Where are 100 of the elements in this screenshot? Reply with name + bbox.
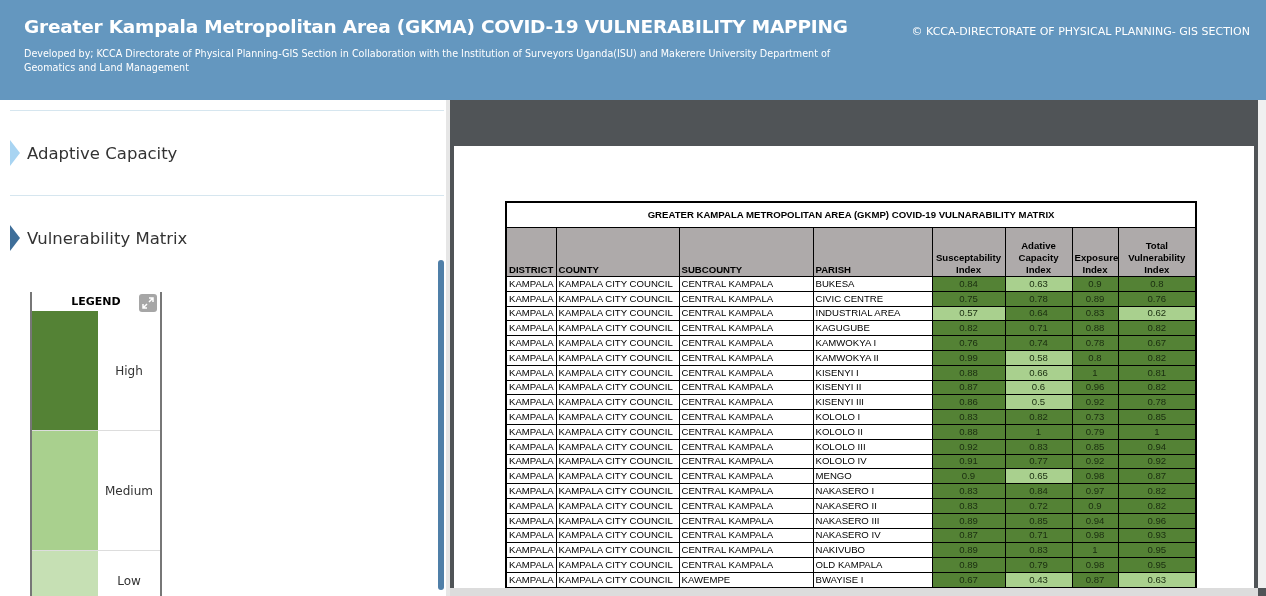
table-cell: KAMPALA CITY COUNCIL	[556, 454, 679, 469]
matrix-title: GREATER KAMPALA METROPOLITAN AREA (GKMP) COVID-19 VULNARABILITY MATRIX	[506, 202, 1197, 228]
table-cell: KAMPALA CITY COUNCIL	[556, 542, 679, 558]
table-cell: KAMPALA	[506, 483, 556, 499]
legend-label: Medium	[104, 482, 154, 500]
table-cell: KAMPALA CITY COUNCIL	[556, 365, 679, 381]
table-cell: KAMPALA	[506, 350, 556, 366]
table-cell: KAMPALA CITY COUNCIL	[556, 557, 679, 573]
column-header: Total Vulnerability Index	[1118, 227, 1197, 277]
column-header: PARISH	[813, 227, 932, 277]
table-cell: CENTRAL KAMPALA	[679, 291, 813, 307]
table-cell: CENTRAL KAMPALA	[679, 306, 813, 321]
table-cell: KAMPALA	[506, 409, 556, 425]
table-cell: CENTRAL KAMPALA	[679, 424, 813, 440]
table-cell: CIVIC CENTRE	[813, 291, 932, 307]
table-cell: KAMPALA	[506, 468, 556, 484]
table-cell: KAMPALA	[506, 306, 556, 321]
table-cell: CENTRAL KAMPALA	[679, 439, 813, 455]
table-cell: CENTRAL KAMPALA	[679, 276, 813, 292]
table-cell: KAMPALA	[506, 439, 556, 455]
table-cell: NAKASERO II	[813, 498, 932, 514]
section-header[interactable]: Adaptive Capacity	[10, 140, 178, 166]
table-cell: KAMPALA CITY COUNCIL	[556, 528, 679, 543]
expand-icon[interactable]	[139, 294, 157, 312]
table-cell: KAMPALA	[506, 498, 556, 514]
table-cell: NAKASERO III	[813, 513, 932, 529]
table-cell: CENTRAL KAMPALA	[679, 365, 813, 381]
table-cell: KAMPALA CITY COUNCIL	[556, 394, 679, 410]
table-cell: KOLOLO III	[813, 439, 932, 455]
table-cell: KAMPALA	[506, 557, 556, 573]
table-cell: BUKESA	[813, 276, 932, 292]
scrollbar[interactable]	[1258, 100, 1266, 588]
legend-label: High	[114, 362, 144, 380]
table-cell: KAMPALA	[506, 454, 556, 469]
table-cell: KAMPALA	[506, 572, 556, 588]
table-cell: KAMPALA CITY COUNCIL	[556, 572, 679, 588]
table-cell: KAMPALA CITY COUNCIL	[556, 483, 679, 499]
table-cell: CENTRAL KAMPALA	[679, 320, 813, 336]
table-cell: CENTRAL KAMPALA	[679, 468, 813, 484]
table-cell: KISENYI II	[813, 380, 932, 395]
column-header: Adative Capacity Index	[1005, 227, 1072, 277]
table-cell: KOLOLO II	[813, 424, 932, 440]
table-cell: CENTRAL KAMPALA	[679, 557, 813, 573]
column-header: DISTRICT	[506, 227, 556, 277]
scrollbar[interactable]	[450, 588, 1258, 596]
table-cell: KAWEMPE	[679, 572, 813, 588]
table-cell: KAGUGUBE	[813, 320, 932, 336]
table-cell: KAMPALA CITY COUNCIL	[556, 498, 679, 514]
table-cell: KISENYI III	[813, 394, 932, 410]
legend-title: LEGEND	[71, 295, 121, 308]
copyright-text: © KCCA-DIRECTORATE OF PHYSICAL PLANNING- GIS SECTION	[911, 25, 1250, 40]
table-cell: KAMPALA CITY COUNCIL	[556, 291, 679, 307]
column-header: SUBCOUNTY	[679, 227, 813, 277]
table-cell: CENTRAL KAMPALA	[679, 513, 813, 529]
column-header: Susceptability Index	[932, 227, 1005, 277]
table-cell: KAMPALA	[506, 528, 556, 543]
table-cell: KAMPALA CITY COUNCIL	[556, 513, 679, 529]
table-cell: KAMPALA CITY COUNCIL	[556, 306, 679, 321]
table-cell: KAMPALA CITY COUNCIL	[556, 409, 679, 425]
table-cell: CENTRAL KAMPALA	[679, 350, 813, 366]
table-cell: KAMPALA	[506, 276, 556, 292]
table-cell: KAMPALA CITY COUNCIL	[556, 320, 679, 336]
table-cell: CENTRAL KAMPALA	[679, 335, 813, 351]
table-cell: BWAYISE I	[813, 572, 932, 588]
table-cell: KAMPALA	[506, 365, 556, 381]
table-cell: CENTRAL KAMPALA	[679, 409, 813, 425]
table-cell: CENTRAL KAMPALA	[679, 498, 813, 514]
table-cell: KAMPALA	[506, 513, 556, 529]
table-cell: KAMPALA	[506, 424, 556, 440]
table-cell: CENTRAL KAMPALA	[679, 454, 813, 469]
table-cell: KAMPALA CITY COUNCIL	[556, 468, 679, 484]
table-cell: CENTRAL KAMPALA	[679, 528, 813, 543]
page-subtitle: Developed by; KCCA Directorate of Physical Planning-GIS Section in Collaboration with the Institution of Surveyors Uganda(ISU) and Makerere University Department of Geomatics and Land Management	[24, 47, 832, 75]
table-cell: OLD KAMPALA	[813, 557, 932, 573]
table-cell: NAKASERO IV	[813, 528, 932, 543]
table-cell: MENGO	[813, 468, 932, 484]
table-cell: KAMPALA	[506, 320, 556, 336]
table-cell: CENTRAL KAMPALA	[679, 483, 813, 499]
table-cell: CENTRAL KAMPALA	[679, 394, 813, 410]
table-cell: KOLOLO IV	[813, 454, 932, 469]
table-cell: KAMPALA	[506, 380, 556, 395]
table-cell: KAMPALA	[506, 335, 556, 351]
section-header[interactable]: Vulnerability Matrix	[10, 225, 188, 251]
scrollbar[interactable]	[438, 260, 444, 590]
table-cell: KAMPALA CITY COUNCIL	[556, 335, 679, 351]
table-cell: KAMWOKYA I	[813, 335, 932, 351]
table-cell: KAMPALA CITY COUNCIL	[556, 380, 679, 395]
table-cell: KOLOLO I	[813, 409, 932, 425]
table-cell: KAMPALA	[506, 394, 556, 410]
table-cell: KAMPALA	[506, 542, 556, 558]
table-cell: INDUSTRIAL AREA	[813, 306, 932, 321]
table-cell: NAKASERO I	[813, 483, 932, 499]
table-cell: KAMWOKYA II	[813, 350, 932, 366]
table-cell: CENTRAL KAMPALA	[679, 380, 813, 395]
page-title: Greater Kampala Metropolitan Area (GKMA) COVID-19 VULNERABILITY MAPPING	[24, 16, 849, 37]
table-cell: CENTRAL KAMPALA	[679, 542, 813, 558]
legend-label: Low	[116, 573, 142, 590]
column-header: COUNTY	[556, 227, 679, 277]
table-cell: KAMPALA CITY COUNCIL	[556, 424, 679, 440]
table-cell: KAMPALA CITY COUNCIL	[556, 439, 679, 455]
